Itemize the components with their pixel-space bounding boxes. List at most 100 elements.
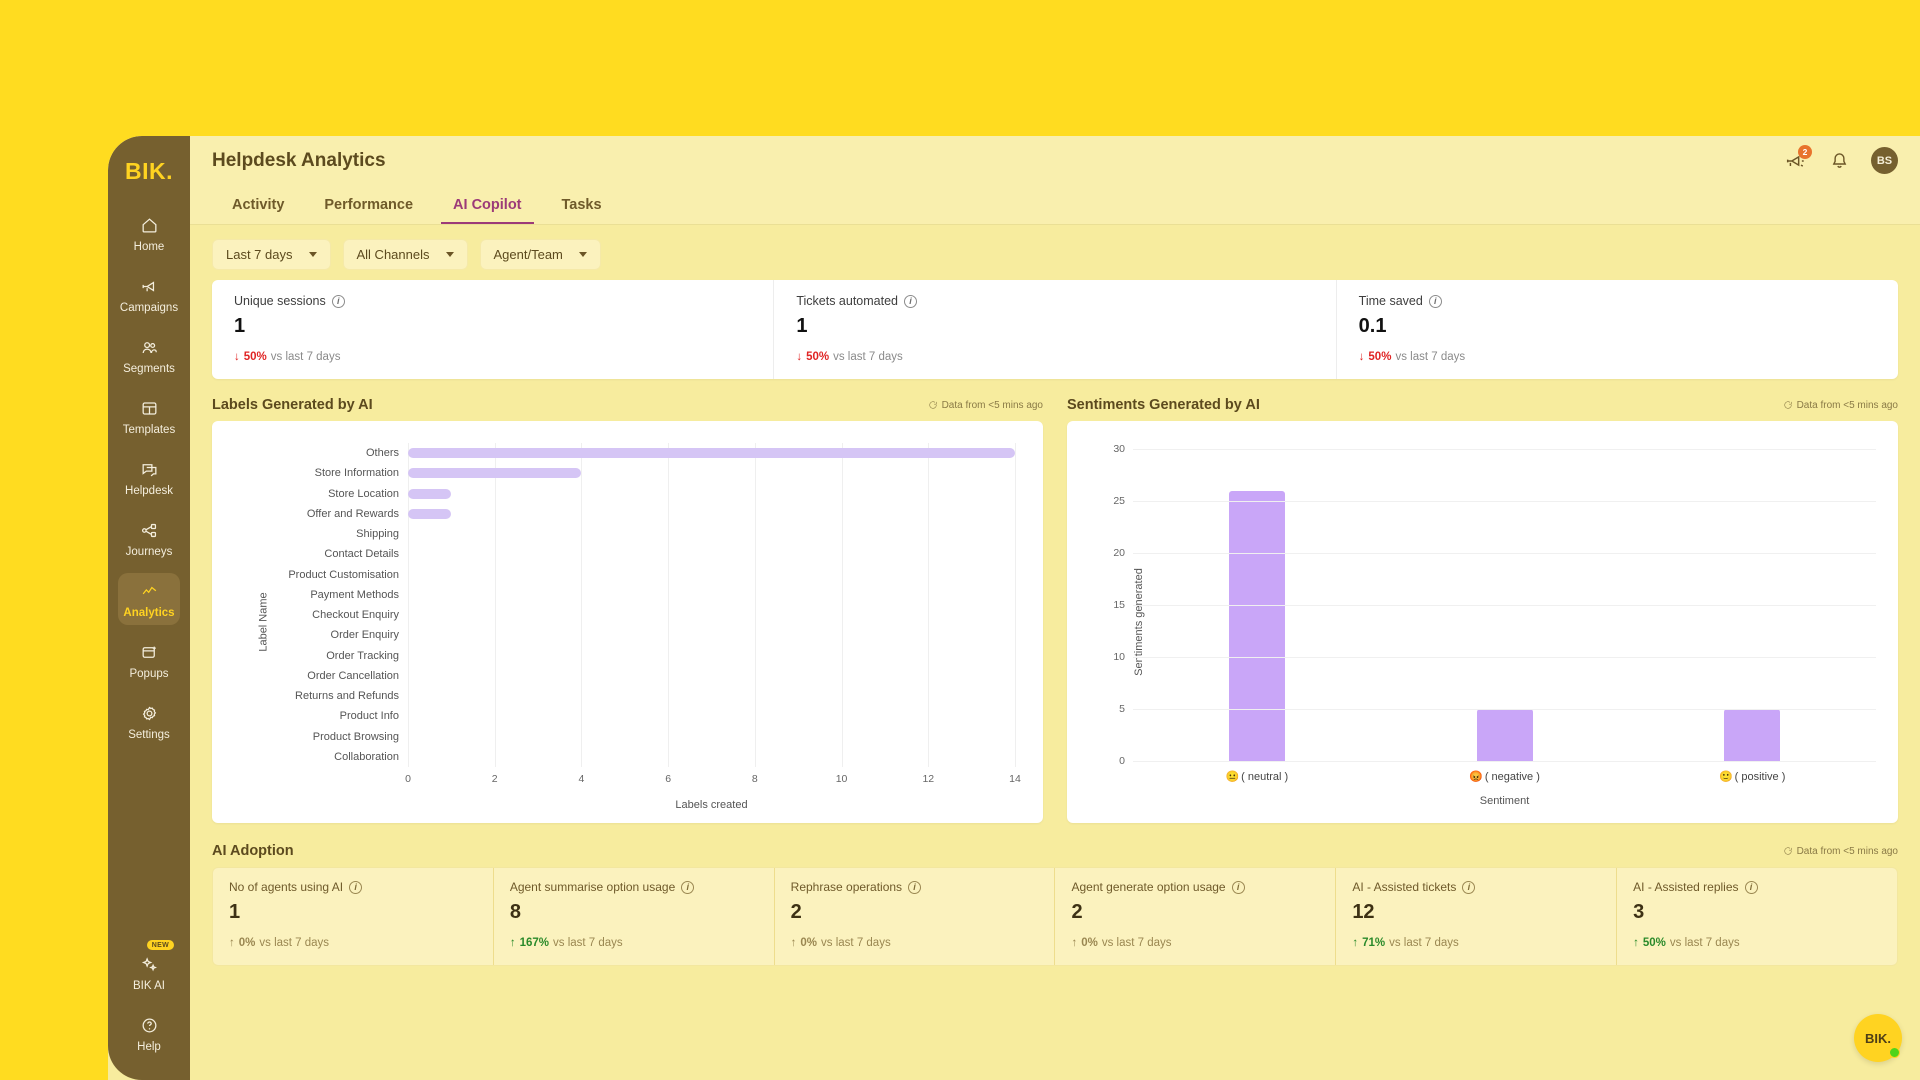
announcements-button[interactable]: 2 <box>1783 144 1812 173</box>
tab-tasks[interactable]: Tasks <box>542 185 622 224</box>
adoption-strip: No of agents using AI i 1 ↑ 0% vs last 7 days… <box>212 867 1898 966</box>
bar[interactable] <box>1476 709 1533 761</box>
brand-logo[interactable]: BIK. <box>125 158 173 185</box>
kpi-header: Time saved i <box>1359 294 1876 308</box>
info-icon[interactable]: i <box>1462 880 1476 894</box>
bar-category-label: Order Cancellation <box>307 669 399 682</box>
sidebar-item-settings[interactable]: Settings <box>118 695 180 747</box>
gridline <box>1133 761 1876 762</box>
info-icon[interactable]: i <box>1231 880 1245 894</box>
bar-category-label: Returns and Refunds <box>295 690 399 703</box>
adoption-card-delta-value: 71% <box>1362 937 1386 949</box>
sidebar-item-help[interactable]: Help <box>118 1007 180 1059</box>
bar[interactable] <box>408 508 452 519</box>
info-icon[interactable]: i <box>1744 880 1758 894</box>
fab-label: BIK. <box>1865 1030 1891 1046</box>
announcements-badge: 2 <box>1798 144 1812 159</box>
bar[interactable] <box>1228 490 1285 761</box>
adoption-card-value: 2 <box>790 901 802 923</box>
sidebar-item-templates[interactable]: Templates <box>118 390 180 442</box>
bar-track <box>408 706 1015 726</box>
adoption-card-value: 1 <box>229 901 241 923</box>
arrow-up-icon: ↑ <box>1352 937 1359 949</box>
info-icon[interactable]: i <box>904 294 917 308</box>
x-axis-title: Labels created <box>675 799 748 811</box>
top-bar: Helpdesk Analytics 2 BS <box>190 136 1920 185</box>
adoption-card-header: Agent generate option usage i <box>1071 880 1319 894</box>
info-icon[interactable]: i <box>908 880 922 894</box>
filter-date-range[interactable]: Last 7 days <box>212 239 331 270</box>
sparkles-icon <box>140 953 159 975</box>
bar-track <box>408 605 1015 625</box>
content-scroll: Last 7 days All Channels Agent/Team Uniq… <box>190 225 1920 1080</box>
info-icon[interactable]: i <box>1428 294 1442 308</box>
sidebar-item-campaigns[interactable]: Campaigns <box>118 268 180 320</box>
x-tick-label: 6 <box>665 773 672 785</box>
bar-track <box>408 585 1015 605</box>
sidebar-item-journeys[interactable]: Journeys <box>118 512 180 564</box>
sidebar-item-label: Helpdesk <box>125 485 173 497</box>
sidebar-item-popups[interactable]: Popups <box>118 634 180 686</box>
kpi-value: 0.1 <box>1358 315 1387 337</box>
y-tick-label: 25 <box>1113 495 1125 507</box>
adoption-header: AI Adoption Data from <5 mins ago <box>212 843 1898 859</box>
adoption-card-label: No of agents using AI <box>229 880 344 894</box>
home-icon <box>140 214 159 236</box>
bar-category-text: ( neutral ) <box>1241 770 1289 783</box>
kpi-card-unique-sessions: Unique sessions i 1 ↓ 50% vs last 7 days <box>212 280 775 379</box>
chevron-down-icon <box>578 252 587 257</box>
notifications-button[interactable] <box>1827 149 1851 173</box>
avatar[interactable]: BS <box>1871 147 1898 174</box>
bar-row: Product Customisation <box>260 565 1015 585</box>
x-tick-label: 8 <box>751 773 758 785</box>
kpi-strip: Unique sessions i 1 ↓ 50% vs last 7 days… <box>212 280 1898 379</box>
sidebar-item-home[interactable]: Home <box>118 207 180 259</box>
bik-chat-launcher[interactable]: BIK. <box>1854 1014 1902 1062</box>
sidebar-item-analytics[interactable]: Analytics <box>118 573 180 625</box>
users-icon <box>140 336 159 358</box>
bar[interactable] <box>408 468 582 479</box>
tab-performance[interactable]: Performance <box>304 185 433 224</box>
megaphone-icon <box>140 275 159 297</box>
filter-bar: Last 7 days All Channels Agent/Team <box>212 225 1898 280</box>
adoption-card-label: Rephrase operations <box>790 880 903 894</box>
sidebar-bottom-group: NEW BIK AI Help <box>108 940 190 1068</box>
sidebar-item-label: Campaigns <box>119 302 179 314</box>
bar[interactable] <box>408 488 452 499</box>
chart-line-icon <box>140 580 159 602</box>
filter-channels[interactable]: All Channels <box>342 239 468 270</box>
top-bar-actions: 2 BS <box>1783 144 1898 174</box>
nodes-icon <box>140 519 159 541</box>
sidebar-item-label: Analytics <box>123 607 175 619</box>
bar-row: Shipping <box>260 524 1015 544</box>
sidebar-item-label: Help <box>137 1041 161 1053</box>
info-icon[interactable]: i <box>349 880 363 894</box>
charts-row: Labels Generated by AI Data from <5 mins… <box>212 397 1898 823</box>
adoption-card-delta-value: 0% <box>800 937 818 949</box>
data-freshness: Data from <5 mins ago <box>1783 400 1898 411</box>
adoption-card-delta-value: 0% <box>238 937 256 949</box>
bar-category-label: 😐( neutral ) <box>1225 770 1289 784</box>
kpi-delta-value: 50% <box>243 351 267 363</box>
sidebar-item-helpdesk[interactable]: Helpdesk <box>118 451 180 503</box>
bar-track <box>408 463 1015 483</box>
kpi-delta-value: 50% <box>1368 351 1392 363</box>
sidebar-item-segments[interactable]: Segments <box>118 329 180 381</box>
x-tick-label: 4 <box>578 773 585 785</box>
tab-activity[interactable]: Activity <box>212 185 304 224</box>
online-status-dot <box>1889 1047 1900 1058</box>
info-icon[interactable]: i <box>681 880 695 894</box>
sidebar: BIK. Home Campaigns Segments Templates H… <box>108 136 190 1080</box>
info-icon[interactable]: i <box>331 294 345 308</box>
sidebar-item-bik-ai[interactable]: NEW BIK AI <box>118 940 180 998</box>
bar[interactable] <box>408 448 1015 459</box>
bar-row: Order Cancellation <box>260 666 1015 686</box>
filter-agent-team[interactable]: Agent/Team <box>479 239 601 270</box>
adoption-card-label: Agent summarise option usage <box>509 880 676 894</box>
adoption-card-value: 2 <box>1071 901 1083 923</box>
kpi-header: Tickets automated i <box>796 294 1313 308</box>
adoption-card-value: 8 <box>509 901 521 923</box>
data-freshness-label: Data from <5 mins ago <box>1796 399 1898 411</box>
tab-ai-copilot[interactable]: AI Copilot <box>433 185 541 224</box>
bar[interactable] <box>1724 709 1781 761</box>
